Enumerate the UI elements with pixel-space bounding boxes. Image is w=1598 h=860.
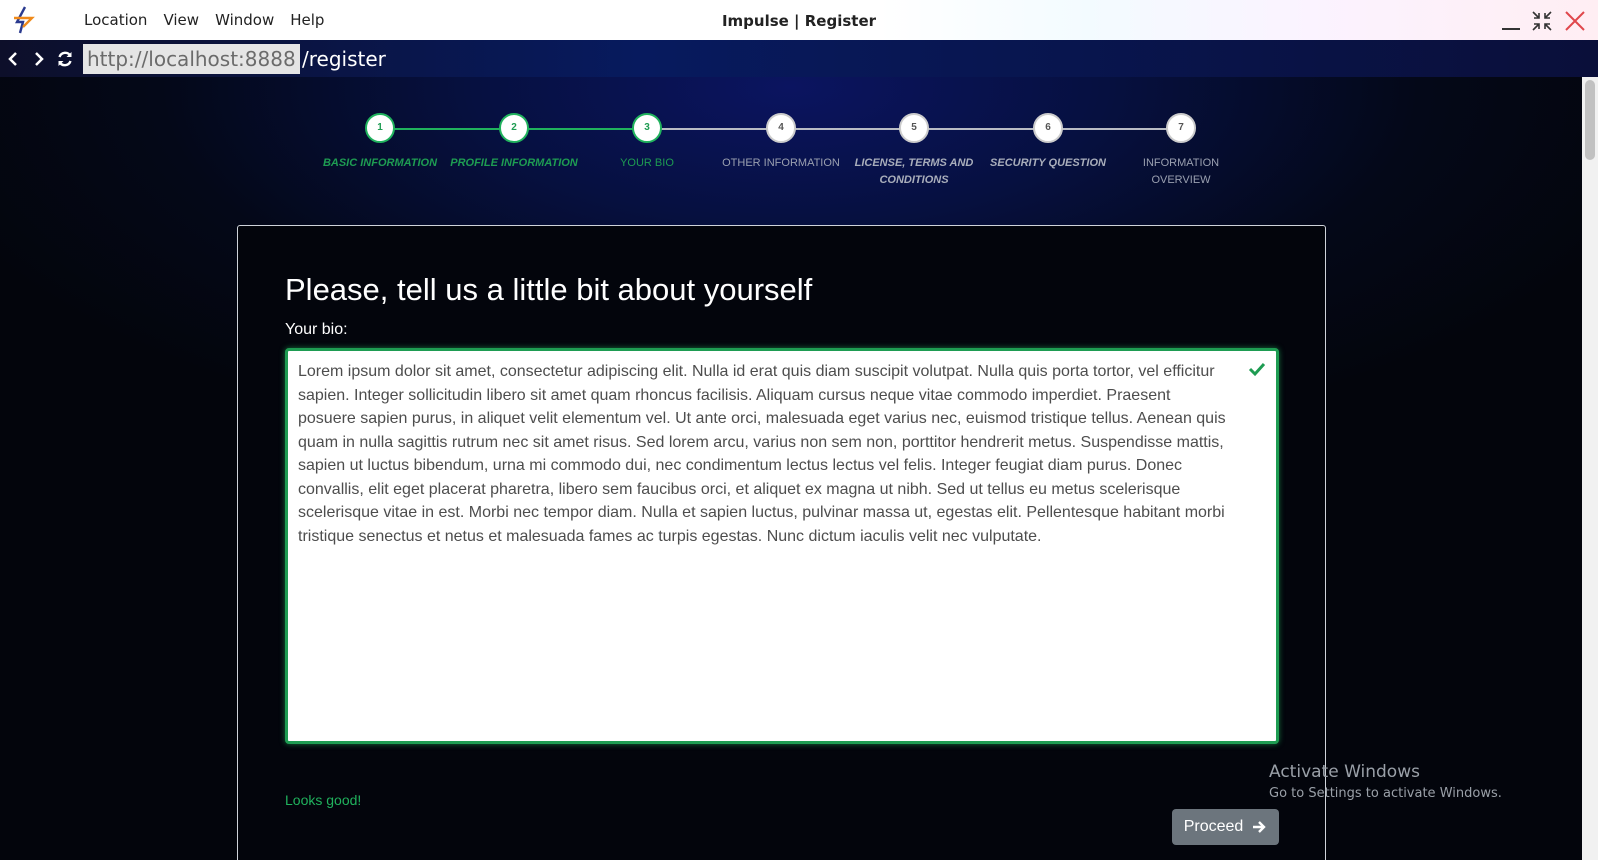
- url-host[interactable]: http://localhost:8888: [83, 44, 300, 74]
- step-label: OTHER INFORMATION: [722, 157, 840, 169]
- menu-help[interactable]: Help: [290, 11, 324, 29]
- step-number: 4: [766, 113, 796, 143]
- validation-feedback: Looks good!: [285, 792, 362, 808]
- app-logo-icon: [14, 6, 35, 34]
- step-profile-information[interactable]: 2 PROFILE INFORMATION: [444, 113, 584, 172]
- minimize-icon[interactable]: [1500, 9, 1522, 33]
- proceed-label: Proceed: [1183, 818, 1244, 835]
- watermark-title: Activate Windows: [1269, 762, 1420, 782]
- step-license-terms[interactable]: 5 LICENSE, TERMS AND CONDITIONS: [844, 113, 984, 189]
- url-path[interactable]: /register: [302, 44, 386, 74]
- step-label: LICENSE, TERMS AND CONDITIONS: [854, 157, 974, 186]
- step-number: 3: [632, 113, 662, 143]
- step-number: 7: [1166, 113, 1196, 143]
- bio-text: Lorem ipsum dolor sit amet, consectetur …: [298, 363, 1226, 545]
- address-bar: http://localhost:8888 /register: [0, 40, 1598, 77]
- step-label: BASIC INFORMATION: [322, 157, 438, 169]
- step-number: 5: [899, 113, 929, 143]
- refresh-button[interactable]: [52, 40, 78, 77]
- title-bar: Location View Window Help Impulse | Regi…: [0, 0, 1598, 40]
- bio-form-card: Please, tell us a little bit about yours…: [237, 225, 1326, 860]
- step-basic-information[interactable]: 1 BASIC INFORMATION: [310, 113, 450, 172]
- registration-stepper: 1 BASIC INFORMATION 2 PROFILE INFORMATIO…: [320, 113, 1240, 193]
- vertical-scrollbar[interactable]: [1582, 77, 1598, 860]
- restore-icon[interactable]: [1530, 9, 1554, 33]
- page-title: Please, tell us a little bit about yours…: [285, 272, 813, 307]
- menu-view[interactable]: View: [163, 11, 199, 29]
- back-button[interactable]: [0, 40, 26, 77]
- step-security-question[interactable]: 6 SECURITY QUESTION: [978, 113, 1118, 172]
- step-your-bio[interactable]: 3 YOUR BIO: [577, 113, 717, 172]
- arrow-right-icon: [1253, 821, 1266, 833]
- chevron-right-icon: [35, 51, 44, 66]
- step-other-information[interactable]: 4 OTHER INFORMATION: [711, 113, 851, 172]
- menu-window[interactable]: Window: [215, 11, 274, 29]
- step-information-overview[interactable]: 7 INFORMATION OVERVIEW: [1131, 113, 1231, 189]
- bio-label: Your bio:: [285, 321, 348, 338]
- chevron-left-icon: [8, 51, 17, 66]
- step-label: YOUR BIO: [620, 157, 674, 169]
- step-label: SECURITY QUESTION: [990, 157, 1106, 169]
- proceed-button[interactable]: Proceed: [1172, 809, 1279, 845]
- step-number: 1: [365, 113, 395, 143]
- step-number: 6: [1033, 113, 1063, 143]
- activate-windows-watermark: Activate Windows Go to Settings to activ…: [1269, 762, 1502, 801]
- close-icon[interactable]: [1562, 8, 1588, 34]
- watermark-subtitle: Go to Settings to activate Windows.: [1269, 786, 1502, 801]
- window-controls: [1500, 8, 1588, 34]
- step-number: 2: [499, 113, 529, 143]
- menu-bar: Location View Window Help: [84, 11, 324, 29]
- menu-location[interactable]: Location: [84, 11, 147, 29]
- forward-button[interactable]: [26, 40, 52, 77]
- step-label: PROFILE INFORMATION: [450, 157, 578, 169]
- step-label: INFORMATION OVERVIEW: [1142, 157, 1220, 186]
- scrollbar-thumb[interactable]: [1585, 80, 1595, 160]
- refresh-icon: [58, 51, 72, 66]
- checkmark-icon: [1248, 362, 1266, 377]
- page-content: 1 BASIC INFORMATION 2 PROFILE INFORMATIO…: [0, 77, 1582, 860]
- bio-textarea[interactable]: Lorem ipsum dolor sit amet, consectetur …: [285, 348, 1279, 744]
